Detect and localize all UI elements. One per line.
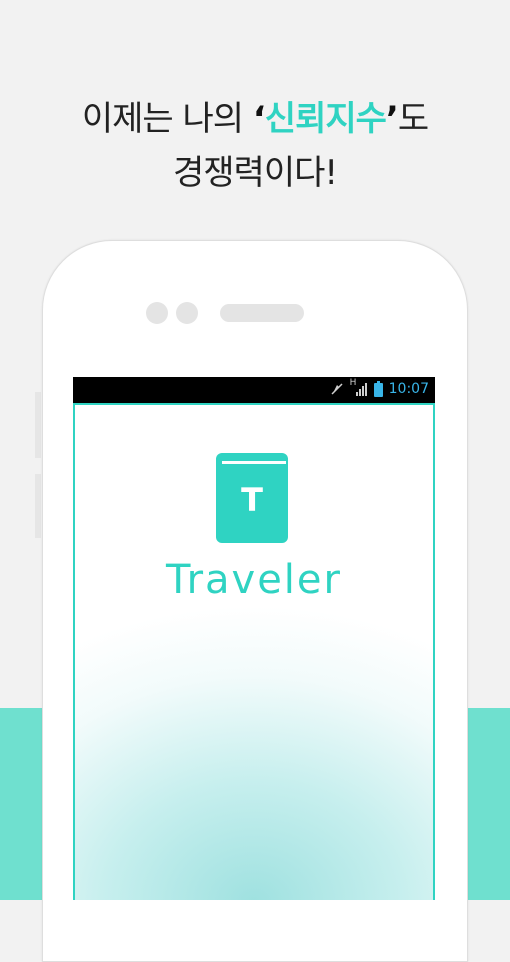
app-splash-screen: T Traveler: [73, 403, 435, 900]
signal-icon: H: [350, 378, 368, 397]
headline-line-1: 이제는 나의 ‘신뢰지수’도: [0, 92, 510, 146]
logo-letter: T: [241, 481, 263, 519]
open-quote: ‘: [252, 99, 266, 139]
app-name: Traveler: [166, 557, 342, 603]
headline-prefix: 이제는 나의: [81, 99, 253, 139]
phone-sensor-dot-left: [146, 302, 168, 324]
mute-icon: [331, 383, 343, 395]
phone-side-button-lower: [35, 474, 41, 538]
phone-camera-dot: [176, 302, 198, 324]
promo-headline: 이제는 나의 ‘신뢰지수’도 경쟁력이다!: [0, 92, 510, 200]
headline-line-2: 경쟁력이다!: [172, 153, 338, 193]
headline-suffix: 도: [397, 99, 429, 139]
phone-side-button-upper: [35, 392, 41, 458]
phone-speaker: [220, 304, 304, 322]
phone-screen: H 10:07 T Traveler: [73, 377, 435, 900]
headline-highlight: 신뢰지수: [264, 99, 387, 139]
book-logo-icon: T: [216, 453, 288, 543]
close-quote: ’: [385, 99, 399, 139]
status-bar: H 10:07: [73, 377, 435, 403]
status-time: 10:07: [388, 381, 429, 397]
battery-icon: [373, 381, 383, 397]
